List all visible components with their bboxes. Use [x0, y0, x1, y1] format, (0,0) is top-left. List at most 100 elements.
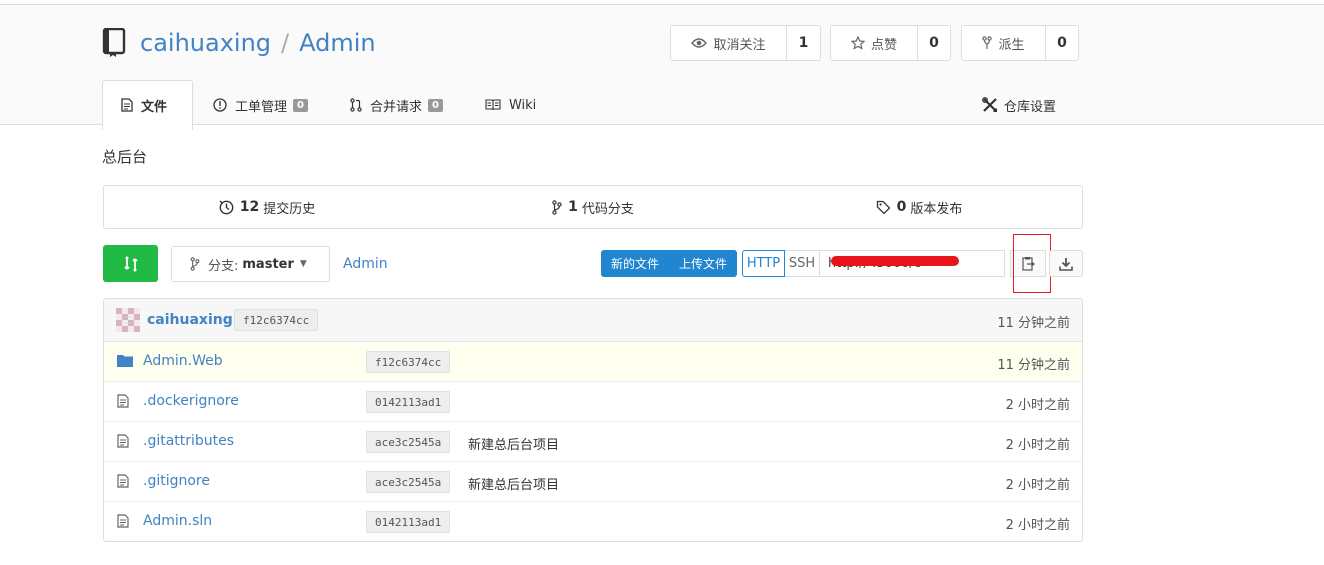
commits-label: 提交历史: [263, 201, 316, 217]
watch-button[interactable]: 取消关注 1: [670, 25, 821, 61]
download-icon: [1059, 257, 1073, 271]
fork-button[interactable]: 派生 0: [961, 25, 1079, 61]
breadcrumb[interactable]: Admin: [343, 256, 388, 272]
tab-wiki-label: Wiki: [508, 97, 537, 113]
watch-label[interactable]: 取消关注: [671, 26, 787, 60]
file-commit-sha[interactable]: 0142113ad1: [366, 391, 451, 413]
star-icon: [850, 36, 865, 50]
tab-pull-requests[interactable]: 合并请求 0: [326, 80, 461, 130]
commit-author-link[interactable]: caihuaxing: [147, 312, 233, 328]
file-text-icon: [117, 434, 129, 448]
file-commit-time: 2 小时之前: [1005, 398, 1070, 413]
repo-book-icon: [102, 28, 126, 57]
fork-icon: [982, 36, 993, 49]
file-name-link[interactable]: .gitignore: [143, 473, 210, 489]
tag-icon: [876, 200, 891, 214]
tab-settings-label: 仓库设置: [1004, 99, 1057, 115]
repo-owner-link[interactable]: caihuaxing: [140, 29, 271, 57]
latest-commit-bar: caihuaxing f12c6374cc 11 分钟之前: [104, 299, 1082, 342]
branch-prefix: 分支:: [208, 258, 239, 274]
ssh-protocol-button[interactable]: SSH: [785, 250, 820, 277]
repo-separator: /: [281, 29, 290, 57]
tab-pull-requests-label: 合并请求: [369, 99, 422, 115]
repo-stats-bar: 12 提交历史 1 代码分支 0 版本发布: [103, 185, 1083, 229]
repo-name-link[interactable]: Admin: [299, 29, 376, 57]
file-name-link[interactable]: .gitattributes: [143, 433, 234, 449]
file-text-icon: [117, 394, 129, 408]
tools-icon: [982, 97, 997, 112]
repo-tabs: 文件 工单管理 0 合并请求 0 Wiki: [102, 80, 554, 130]
eye-icon: [691, 38, 708, 48]
http-protocol-button[interactable]: HTTP: [742, 250, 785, 277]
upload-file-button[interactable]: 上传文件: [669, 250, 737, 277]
compare-icon: [123, 256, 138, 271]
star-label[interactable]: 点赞: [831, 26, 918, 60]
releases-count: 0: [896, 199, 907, 215]
tab-files-label: 文件: [141, 99, 168, 115]
watch-count[interactable]: 1: [787, 26, 820, 60]
tab-issues[interactable]: 工单管理 0: [193, 80, 326, 130]
branch-dropdown[interactable]: 分支: master ▼: [171, 246, 330, 282]
releases-stat[interactable]: 0 版本发布: [756, 186, 1082, 228]
file-commit-time: 11 分钟之前: [997, 358, 1070, 373]
file-actions-group: 新的文件 上传文件: [601, 250, 738, 277]
annotation-highlight-box: [1013, 234, 1051, 293]
redaction-mark: [831, 256, 959, 266]
branches-stat[interactable]: 1 代码分支: [430, 186, 756, 228]
file-commit-sha[interactable]: 0142113ad1: [366, 511, 451, 533]
file-list: caihuaxing f12c6374cc 11 分钟之前 Admin.Web …: [103, 298, 1083, 542]
star-text: 点赞: [870, 37, 897, 53]
branches-label: 代码分支: [581, 201, 634, 217]
file-name-link[interactable]: Admin.Web: [143, 353, 223, 369]
star-count[interactable]: 0: [918, 26, 950, 60]
commits-count: 12: [239, 199, 260, 215]
star-button[interactable]: 点赞 0: [830, 25, 951, 61]
table-row: .gitattributes ace3c2545a 新建总后台项目 2 小时之前: [104, 422, 1082, 462]
latest-commit-time: 11 分钟之前: [997, 316, 1070, 331]
file-commit-sha[interactable]: ace3c2545a: [366, 471, 451, 493]
fork-label[interactable]: 派生: [962, 26, 1046, 60]
file-commit-message[interactable]: 新建总后台项目: [468, 434, 559, 453]
pull-request-icon: [350, 98, 362, 112]
file-name-link[interactable]: .dockerignore: [143, 393, 239, 409]
pull-requests-count-badge: 0: [428, 98, 443, 112]
table-row: .gitignore ace3c2545a 新建总后台项目 2 小时之前: [104, 462, 1082, 502]
compare-button[interactable]: [103, 245, 158, 282]
file-commit-message[interactable]: 新建总后台项目: [468, 474, 559, 493]
branch-icon: [552, 199, 562, 215]
releases-label: 版本发布: [910, 201, 963, 217]
file-text-icon: [121, 98, 133, 112]
tab-wiki[interactable]: Wiki: [461, 80, 554, 130]
issue-icon: [213, 98, 227, 112]
file-name-link[interactable]: Admin.sln: [143, 513, 212, 529]
file-commit-sha[interactable]: ace3c2545a: [366, 431, 451, 453]
repo-header: caihuaxing / Admin 取消关注 1 点赞 0 派生 0 文件 工…: [0, 5, 1324, 130]
file-commit-time: 2 小时之前: [1005, 438, 1070, 453]
repo-description: 总后台: [102, 148, 148, 166]
chevron-down-icon: ▼: [299, 259, 307, 269]
history-icon: [219, 200, 234, 214]
file-text-icon: [117, 474, 129, 488]
commits-stat[interactable]: 12 提交历史: [104, 186, 430, 228]
tab-files[interactable]: 文件: [102, 80, 193, 130]
issues-count-badge: 0: [293, 98, 308, 112]
table-row: .dockerignore 0142113ad1 2 小时之前: [104, 382, 1082, 422]
file-commit-sha[interactable]: f12c6374cc: [366, 351, 451, 373]
branch-name: master: [242, 256, 294, 272]
file-commit-time: 2 小时之前: [1005, 518, 1070, 533]
new-file-button[interactable]: 新的文件: [601, 250, 669, 277]
table-row: Admin.Web f12c6374cc 11 分钟之前: [104, 342, 1082, 382]
tab-issues-label: 工单管理: [235, 99, 288, 115]
branch-icon: [190, 257, 200, 271]
file-text-icon: [117, 514, 129, 528]
fork-count[interactable]: 0: [1046, 26, 1078, 60]
book-open-icon: [485, 99, 501, 111]
tab-settings[interactable]: 仓库设置: [982, 80, 1056, 130]
fork-text: 派生: [998, 37, 1025, 53]
latest-commit-sha[interactable]: f12c6374cc: [234, 309, 319, 331]
table-row: Admin.sln 0142113ad1 2 小时之前: [104, 502, 1082, 541]
watch-text: 取消关注: [713, 37, 766, 53]
download-button[interactable]: [1049, 250, 1083, 277]
avatar[interactable]: [116, 308, 140, 332]
folder-icon: [117, 355, 133, 367]
